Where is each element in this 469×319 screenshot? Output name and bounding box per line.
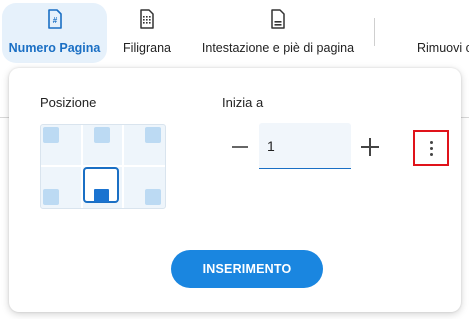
- start-at-label: Inizia a: [222, 95, 264, 110]
- position-grid: [40, 124, 166, 209]
- header-footer-icon: [267, 8, 289, 30]
- toolbar: # Numero Pagina Filigrana Intestazione e…: [0, 0, 469, 66]
- start-number-input[interactable]: [259, 123, 351, 169]
- position-bottom-right[interactable]: [145, 189, 161, 205]
- app-root: # Numero Pagina Filigrana Intestazione e…: [0, 0, 469, 319]
- selected-position-marker: [94, 189, 109, 202]
- svg-text:#: #: [52, 16, 57, 25]
- more-options-button[interactable]: [413, 130, 449, 166]
- position-top-left[interactable]: [43, 127, 59, 143]
- remove-icon: [414, 8, 436, 30]
- position-bottom-left[interactable]: [43, 189, 59, 205]
- position-bottom-center[interactable]: [83, 167, 119, 203]
- decrement-button[interactable]: [232, 146, 248, 148]
- toolbar-divider: [374, 18, 375, 46]
- page-number-icon: #: [44, 8, 66, 30]
- position-label: Posizione: [40, 95, 97, 110]
- tool-label: Rimuovi c: [417, 41, 469, 55]
- page-number-panel: Posizione Inizia a INSERIMENTO: [9, 68, 461, 312]
- tool-label: Filigrana: [123, 41, 171, 55]
- more-vert-icon: [429, 140, 433, 144]
- position-top-right[interactable]: [145, 127, 161, 143]
- position-top-center[interactable]: [94, 127, 110, 143]
- tool-header-footer[interactable]: Intestazione e piè di pagina: [198, 3, 358, 63]
- tool-label: Numero Pagina: [8, 41, 101, 55]
- tool-watermark[interactable]: Filigrana: [116, 3, 178, 63]
- tool-remove[interactable]: Rimuovi c: [414, 3, 469, 63]
- insert-button[interactable]: INSERIMENTO: [171, 250, 323, 288]
- tool-page-number[interactable]: # Numero Pagina: [2, 3, 107, 63]
- watermark-icon: [136, 8, 158, 30]
- increment-button[interactable]: [361, 138, 379, 156]
- tool-label: Intestazione e piè di pagina: [201, 41, 355, 55]
